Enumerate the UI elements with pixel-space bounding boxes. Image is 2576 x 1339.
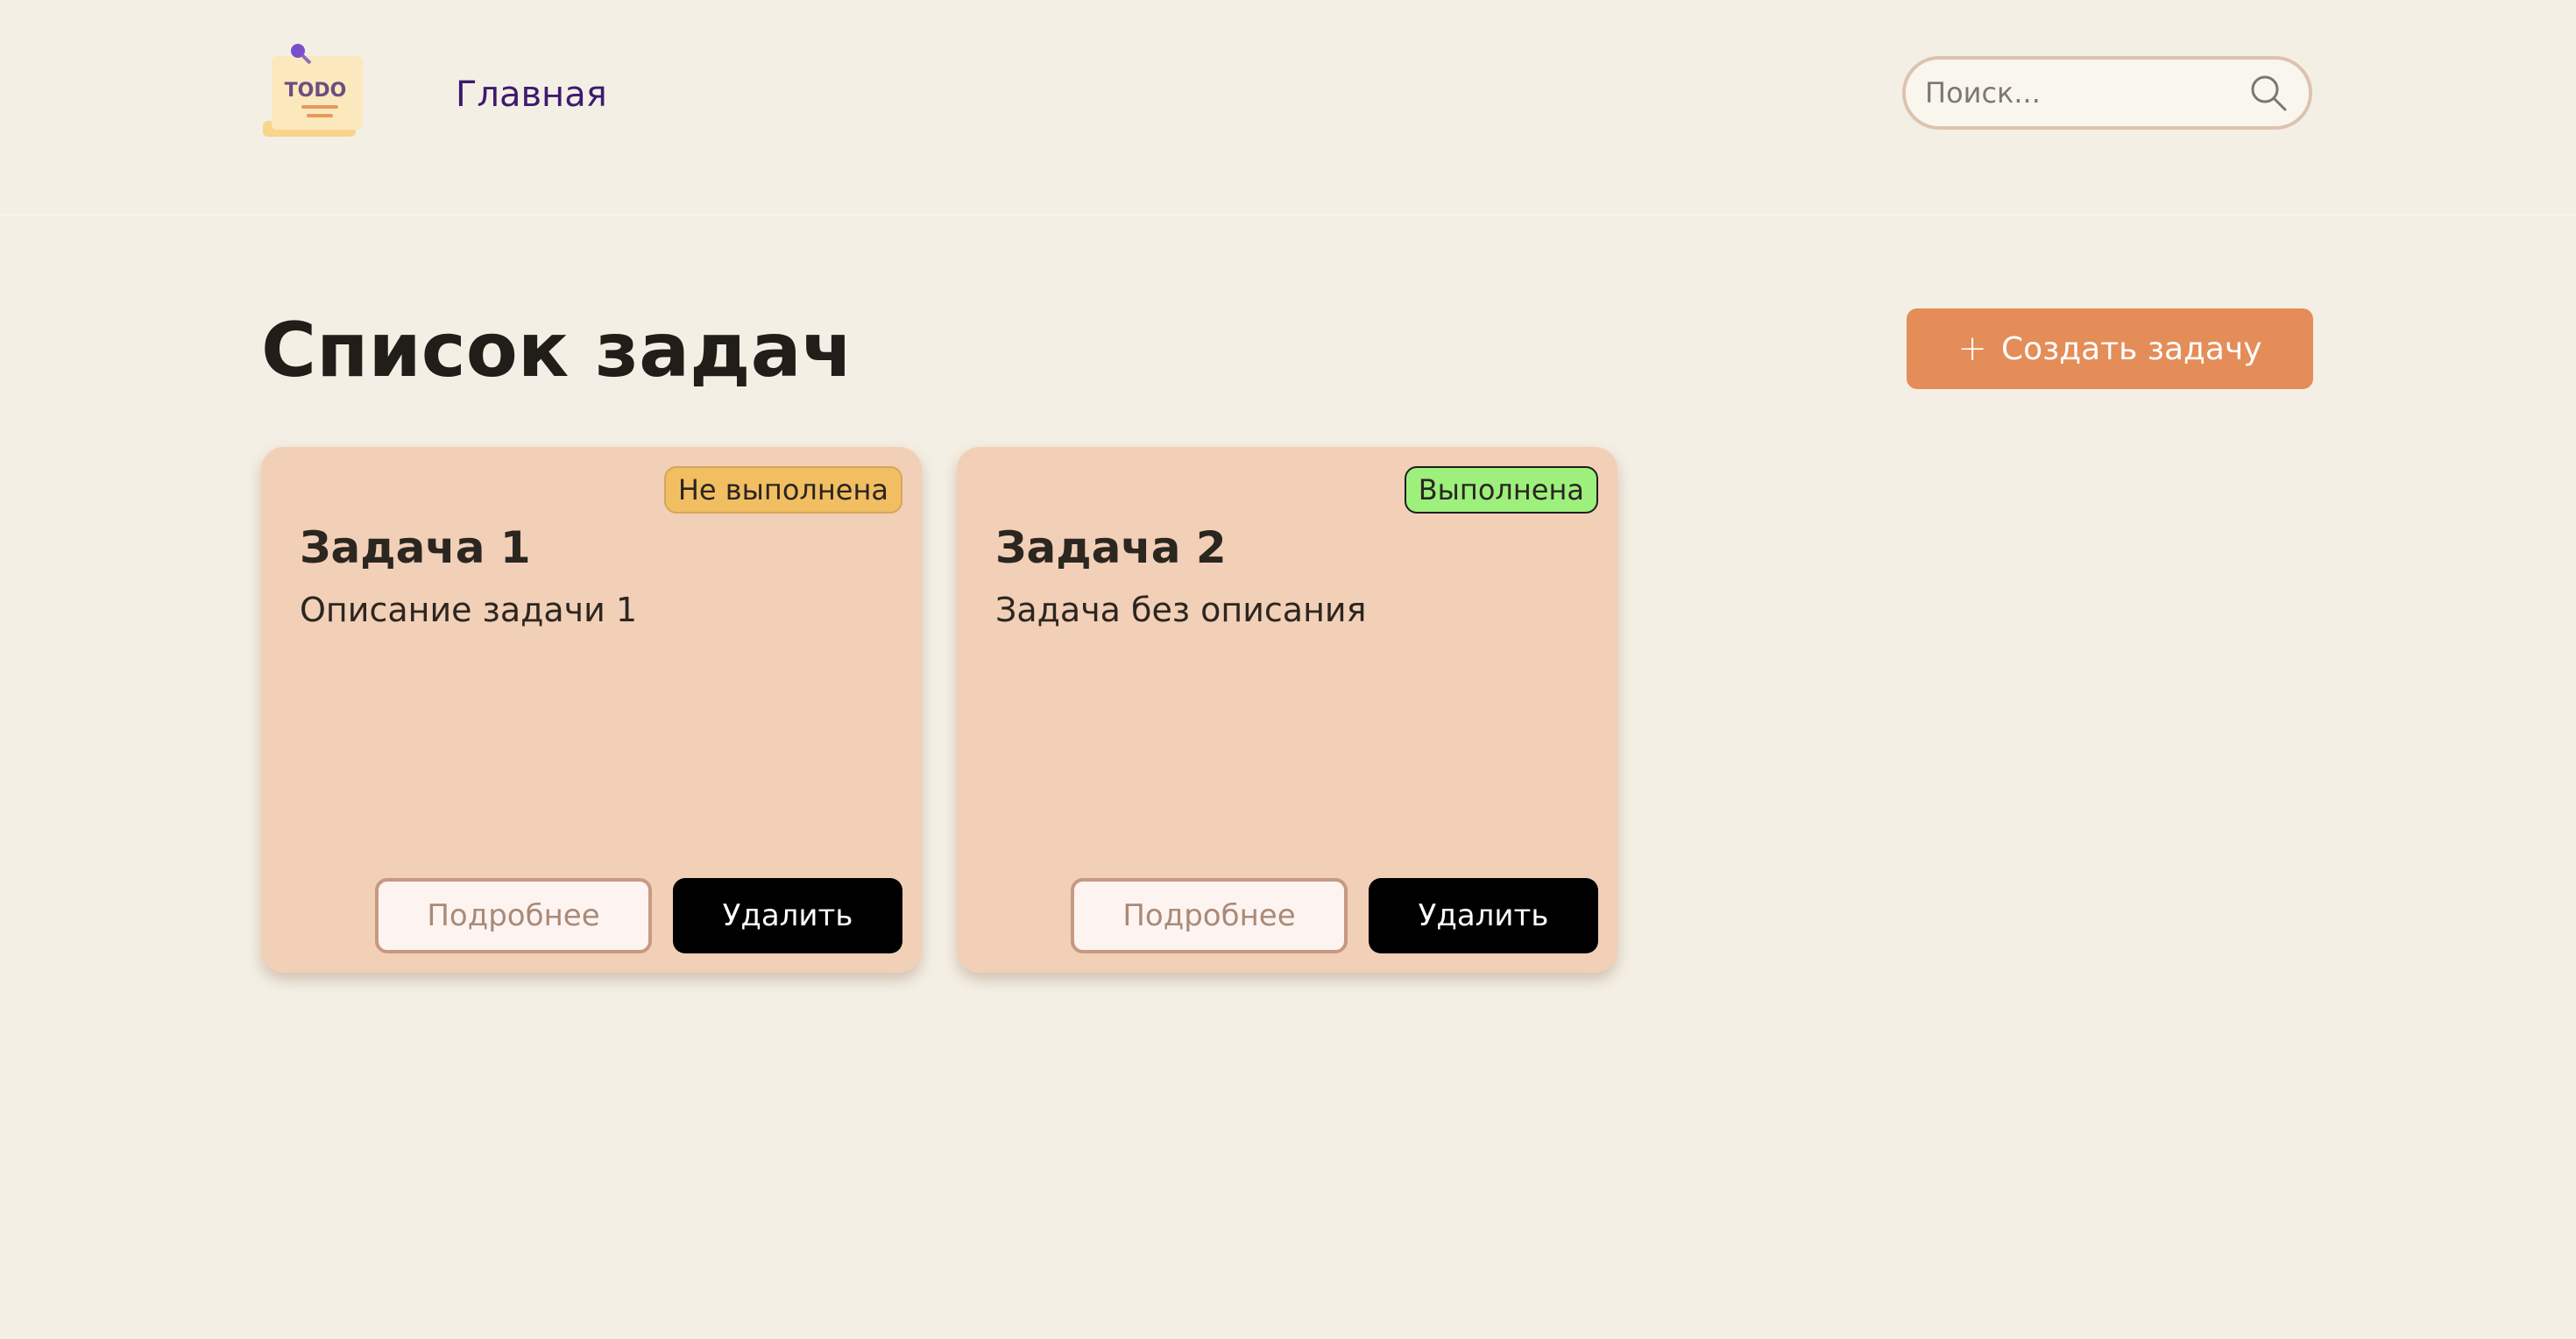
page-title: Список задач: [261, 307, 853, 394]
details-button[interactable]: Подробнее: [1071, 878, 1348, 953]
task-description: Описание задачи 1: [300, 591, 638, 629]
status-badge: Не выполнена: [663, 466, 902, 514]
delete-button[interactable]: Удалить: [673, 878, 902, 953]
task-title: Задача 2: [995, 522, 1227, 573]
nav-home-link[interactable]: Главная: [456, 70, 607, 119]
todo-logo[interactable]: TODO: [261, 44, 372, 142]
task-description: Задача без описания: [995, 591, 1367, 629]
create-task-button[interactable]: + Создать задачу: [1907, 308, 2313, 389]
delete-button[interactable]: Удалить: [1369, 878, 1598, 953]
task-card: Выполнена Задача 2 Задача без описания П…: [957, 447, 1617, 973]
task-title: Задача 1: [300, 522, 531, 573]
search-input[interactable]: [1925, 72, 2232, 114]
top-header: TODO Главная: [0, 0, 2576, 216]
create-task-label: Создать задачу: [2000, 330, 2262, 367]
status-badge: Выполнена: [1404, 466, 1598, 514]
search-icon[interactable]: [2247, 72, 2289, 114]
task-card: Не выполнена Задача 1 Описание задачи 1 …: [261, 447, 922, 973]
details-button[interactable]: Подробнее: [375, 878, 652, 953]
search-box: [1902, 56, 2312, 130]
logo-text: TODO: [285, 80, 347, 102]
plus-icon: +: [1957, 329, 1987, 369]
